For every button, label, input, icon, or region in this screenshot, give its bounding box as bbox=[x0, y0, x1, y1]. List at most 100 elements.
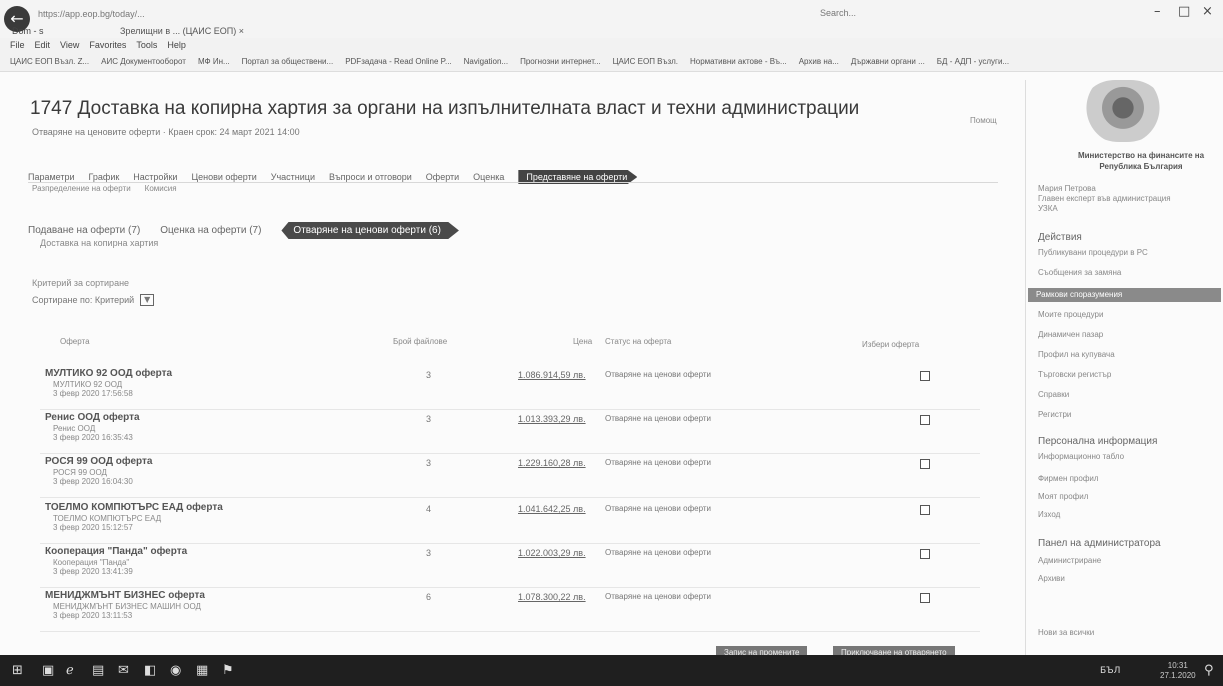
offer-name[interactable]: МЕНИДЖМЪНТ БИЗНЕС оферта bbox=[45, 590, 205, 601]
offer-price[interactable]: 1.229.160,28 лв. bbox=[518, 458, 586, 468]
menu-edit[interactable]: Edit bbox=[35, 40, 51, 50]
sidebar-item-framework-active[interactable]: Рамкови споразумения bbox=[1028, 288, 1221, 302]
task-view-icon[interactable]: ▣ bbox=[42, 663, 54, 678]
tab-evaluation[interactable]: Оценка bbox=[473, 172, 504, 182]
table-row: МУЛТИКО 92 ООД оферта МУЛТИКО 92 ООД 3 ф… bbox=[40, 362, 980, 410]
offer-name[interactable]: ТОЕЛМО КОМПЮТЪРС ЕАД оферта bbox=[45, 502, 223, 513]
sidebar-item-buyer-profile[interactable]: Профил на купувача bbox=[1038, 350, 1115, 359]
favorite-link[interactable]: Прогнозни интернет... bbox=[520, 57, 601, 66]
user-name: Мария Петрова bbox=[1038, 184, 1096, 193]
offer-price[interactable]: 1.041.642,25 лв. bbox=[518, 504, 586, 514]
start-icon[interactable]: ⊞ bbox=[12, 663, 23, 678]
favorite-link[interactable]: Портал за обществени... bbox=[242, 57, 334, 66]
sort-select[interactable]: Сортиране по: Критерий ▼ bbox=[32, 294, 155, 306]
offer-status: Отваряне на ценови оферти bbox=[605, 414, 712, 423]
subtab-commission[interactable]: Комисия bbox=[145, 184, 177, 193]
user-dept: УЗКА bbox=[1038, 204, 1058, 213]
sidebar-item-company-profile[interactable]: Фирмен профил bbox=[1038, 474, 1099, 483]
maximize-icon[interactable]: □ bbox=[1178, 4, 1190, 19]
offer-name[interactable]: Кооперация "Панда" оферта bbox=[45, 546, 187, 557]
app-icon[interactable]: ▦ bbox=[196, 663, 208, 678]
favorite-link[interactable]: PDFзадача - Read Online P... bbox=[345, 57, 451, 66]
sidebar-item-register[interactable]: Търговски регистър bbox=[1038, 370, 1111, 379]
offer-price[interactable]: 1.086.914,59 лв. bbox=[518, 370, 586, 380]
table-row: РОСЯ 99 ООД оферта РОСЯ 99 ООД 3 февр 20… bbox=[40, 450, 980, 498]
sidebar-item-reports[interactable]: Справки bbox=[1038, 390, 1069, 399]
sidebar-item-my-procedures[interactable]: Моите процедури bbox=[1038, 310, 1103, 319]
favorite-link[interactable]: АИС Документооборот bbox=[101, 57, 186, 66]
sidebar-item-administration[interactable]: Администриране bbox=[1038, 556, 1101, 565]
browser-search[interactable]: Search... bbox=[820, 8, 856, 18]
menu-favorites[interactable]: Favorites bbox=[89, 40, 126, 50]
offer-checkbox[interactable] bbox=[920, 505, 930, 515]
subtabs: Разпределение на оферти Комисия bbox=[32, 184, 177, 193]
sidebar-item-published[interactable]: Публикувани процедури в РС bbox=[1038, 248, 1148, 257]
tab-parameters[interactable]: Параметри bbox=[28, 172, 75, 182]
favorite-link[interactable]: БД - АДП - услуги... bbox=[937, 57, 1009, 66]
menu-view[interactable]: View bbox=[60, 40, 79, 50]
sort-value: Сортиране по: Критерий bbox=[32, 295, 135, 305]
favorite-link[interactable]: МФ Ин... bbox=[198, 57, 230, 66]
address-bar[interactable]: https://app.eop.bg/today/... bbox=[38, 9, 145, 19]
header-select: Избери оферта bbox=[862, 340, 920, 349]
sidebar-item-notices[interactable]: Съобщения за замяна bbox=[1038, 268, 1121, 277]
favorite-link[interactable]: ЦАИС ЕОП Възл. bbox=[613, 57, 678, 66]
sidebar-item-dashboard[interactable]: Информационно табло bbox=[1038, 452, 1124, 461]
favorite-link[interactable]: Navigation... bbox=[464, 57, 508, 66]
tab-schedule[interactable]: График bbox=[89, 172, 120, 182]
phase-submission[interactable]: Подаване на оферти (7) bbox=[28, 225, 140, 236]
sidebar-item-registries[interactable]: Регистри bbox=[1038, 410, 1071, 419]
help-link[interactable]: Помощ bbox=[970, 116, 997, 125]
offer-price[interactable]: 1.078.300,22 лв. bbox=[518, 592, 586, 602]
actions-heading: Действия bbox=[1038, 232, 1082, 243]
clock[interactable]: 10:31 27.1.2020 bbox=[1160, 661, 1196, 681]
offer-name[interactable]: РОСЯ 99 ООД оферта bbox=[45, 456, 152, 467]
app-icon[interactable]: ⚑ bbox=[222, 663, 234, 678]
offer-checkbox[interactable] bbox=[920, 415, 930, 425]
offer-name[interactable]: МУЛТИКО 92 ООД оферта bbox=[45, 368, 172, 379]
tab-questions[interactable]: Въпроси и отговори bbox=[329, 172, 412, 182]
menu-help[interactable]: Help bbox=[167, 40, 186, 50]
outlook-icon[interactable]: ✉ bbox=[118, 663, 129, 678]
sidebar-item-dynamic-market[interactable]: Динамичен пазар bbox=[1038, 330, 1103, 339]
close-icon[interactable]: × bbox=[1202, 4, 1213, 19]
search-icon[interactable]: ⚲ bbox=[1204, 663, 1214, 678]
file-explorer-icon[interactable]: ▤ bbox=[92, 663, 104, 678]
offer-file-count: 3 bbox=[426, 458, 432, 468]
subtab-distribution[interactable]: Разпределение на оферти bbox=[32, 184, 131, 193]
menu-file[interactable]: File bbox=[10, 40, 25, 50]
offer-price[interactable]: 1.022.003,29 лв. bbox=[518, 548, 586, 558]
internet-explorer-icon[interactable]: ℯ bbox=[66, 663, 74, 678]
favorite-link[interactable]: Държавни органи ... bbox=[851, 57, 925, 66]
favorite-link[interactable]: Нормативни актове - Въ... bbox=[690, 57, 787, 66]
phase-evaluation[interactable]: Оценка на оферти (7) bbox=[160, 225, 261, 236]
favorite-link[interactable]: Архив на... bbox=[799, 57, 839, 66]
tab-participants[interactable]: Участници bbox=[271, 172, 315, 182]
offer-name[interactable]: Ренис ООД оферта bbox=[45, 412, 140, 423]
browser-tab-active[interactable]: Зрелищни в ... (ЦАИС ЕОП) × bbox=[120, 26, 244, 36]
sidebar-footer[interactable]: Нови за всички bbox=[1038, 628, 1094, 637]
app-icon[interactable]: ◧ bbox=[144, 663, 156, 678]
phase-opening-active[interactable]: Отваряне на ценови оферти (6) bbox=[281, 222, 459, 239]
offer-company: Ренис ООД bbox=[53, 424, 96, 433]
offer-price[interactable]: 1.013.393,29 лв. bbox=[518, 414, 586, 424]
header-status: Статус на оферта bbox=[605, 337, 672, 346]
minimize-icon[interactable]: – bbox=[1154, 4, 1161, 19]
tab-price-offers[interactable]: Ценови оферти bbox=[191, 172, 256, 182]
offer-checkbox[interactable] bbox=[920, 593, 930, 603]
offer-company: РОСЯ 99 ООД bbox=[53, 468, 107, 477]
language-indicator[interactable]: БЪЛ bbox=[1100, 666, 1120, 676]
sidebar-item-archives[interactable]: Архиви bbox=[1038, 574, 1065, 583]
browser-tab-left[interactable]: Dom - s bbox=[12, 26, 44, 36]
sidebar-item-my-profile[interactable]: Моят профил bbox=[1038, 492, 1088, 501]
offer-checkbox[interactable] bbox=[920, 371, 930, 381]
chrome-icon[interactable]: ◉ bbox=[170, 663, 181, 678]
favorite-link[interactable]: ЦАИС ЕОП Възл. Z... bbox=[10, 57, 89, 66]
chevron-down-icon[interactable]: ▼ bbox=[140, 294, 155, 306]
offer-checkbox[interactable] bbox=[920, 549, 930, 559]
menu-tools[interactable]: Tools bbox=[136, 40, 157, 50]
sidebar-item-logout[interactable]: Изход bbox=[1038, 510, 1060, 519]
tab-settings[interactable]: Настройки bbox=[133, 172, 177, 182]
tab-offers[interactable]: Оферти bbox=[426, 172, 459, 182]
offer-checkbox[interactable] bbox=[920, 459, 930, 469]
